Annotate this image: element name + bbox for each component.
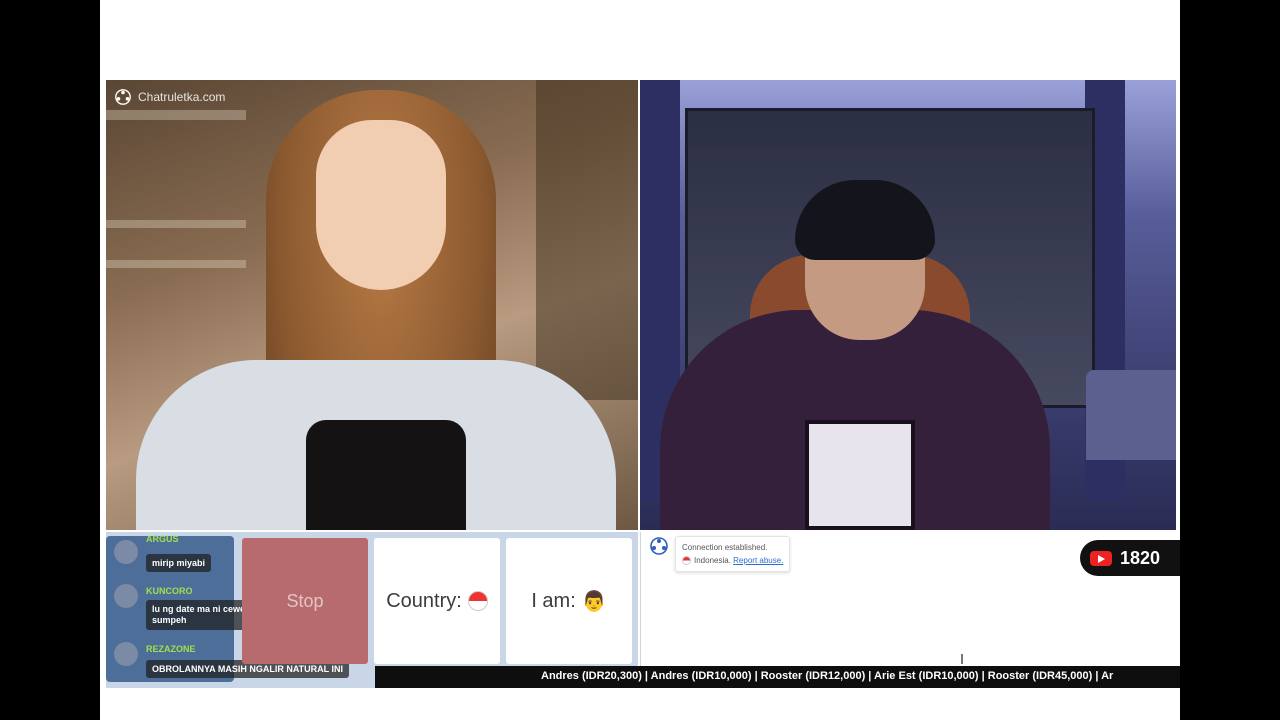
partner-country: Indonesia. <box>694 556 731 565</box>
self-video <box>640 80 1176 530</box>
partner-video: Chatruletka.com <box>106 80 638 530</box>
ticker-text: Andres (IDR20,300) | Andres (IDR10,000) … <box>541 670 1114 682</box>
viewer-count: 1820 <box>1120 547 1161 568</box>
avatar <box>114 584 138 608</box>
chat-username: REZAZONE <box>146 644 196 654</box>
stream-frame: Chatruletka.com ARGUS mirip miyabi KUNCO… <box>100 0 1180 720</box>
donation-ticker: Andres (IDR20,300) | Andres (IDR10,000) … <box>375 666 1180 688</box>
text-cursor-icon <box>961 654 963 664</box>
indonesia-flag-icon <box>467 591 488 611</box>
avatar <box>114 642 138 666</box>
country-selector[interactable]: Country: <box>374 538 500 664</box>
report-abuse-link[interactable]: Report abuse. <box>733 556 783 565</box>
stream-chat-overlay: ARGUS mirip miyabi KUNCORO lu ng date ma… <box>106 534 358 682</box>
indonesia-flag-icon <box>682 556 691 566</box>
system-message: Connection established. Indonesia. Repor… <box>675 536 791 572</box>
chat-username: KUNCORO <box>146 586 193 596</box>
gender-selector[interactable]: I am: 👨 <box>506 538 632 664</box>
stop-button[interactable]: Stop <box>242 538 368 664</box>
iam-label: I am: <box>531 589 576 612</box>
chatruletka-logo: Chatruletka.com <box>114 88 225 106</box>
viewer-count-badge: 1820 <box>1080 540 1180 576</box>
logo-text: Chatruletka.com <box>138 90 226 104</box>
chat-message: mirip miyabi <box>146 554 212 572</box>
country-label: Country: <box>386 589 462 612</box>
man-icon: 👨 <box>581 590 607 613</box>
control-panel: ARGUS mirip miyabi KUNCORO lu ng date ma… <box>106 532 638 688</box>
stop-label: Stop <box>286 590 324 611</box>
avatar <box>114 540 138 564</box>
chatruletka-icon <box>650 537 668 555</box>
chat-username: ARGUS <box>146 534 179 544</box>
globe-icon <box>115 89 131 105</box>
connection-status: Connection established. <box>682 543 768 552</box>
youtube-icon <box>1090 550 1112 566</box>
